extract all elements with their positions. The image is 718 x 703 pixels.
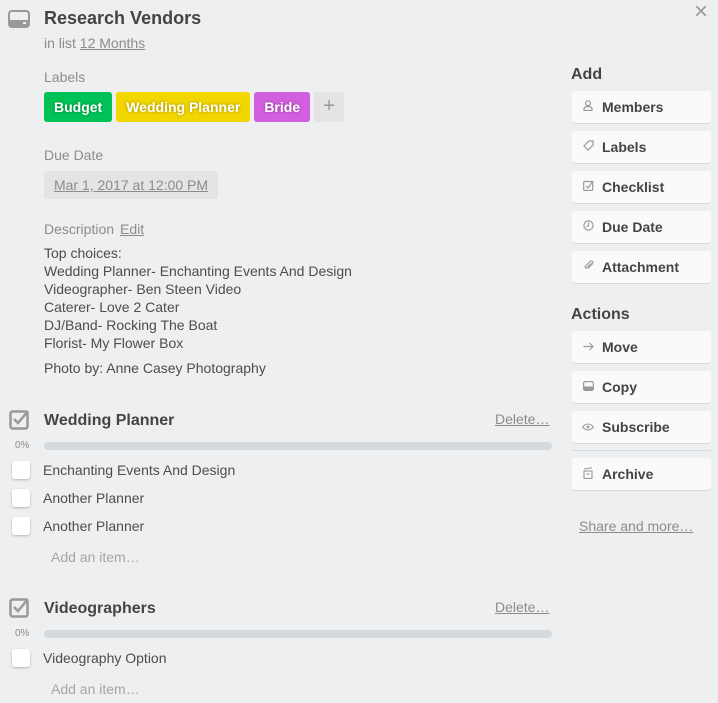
checklist-progress-bar bbox=[44, 630, 552, 638]
archive-button[interactable]: Archive bbox=[572, 458, 711, 490]
checklist-title[interactable]: Wedding Planner bbox=[44, 412, 174, 430]
description-line: Top choices: bbox=[44, 245, 122, 261]
card-title[interactable]: Research Vendors bbox=[44, 8, 201, 29]
attachment-label: Attachment bbox=[602, 259, 680, 275]
archive-label: Archive bbox=[602, 466, 654, 482]
checkbox-icon bbox=[582, 180, 594, 194]
add-item-button[interactable]: Add an item… bbox=[51, 681, 140, 697]
checklist-item: Enchanting Events And Design bbox=[0, 456, 560, 484]
checklist-button[interactable]: Checklist bbox=[572, 171, 711, 203]
description-heading: Description bbox=[44, 221, 115, 237]
list-link[interactable]: 12 Months bbox=[80, 35, 145, 51]
checklist-delete-link[interactable]: Delete… bbox=[495, 411, 549, 427]
checklist-items: Videography Option bbox=[0, 644, 560, 672]
copy-button[interactable]: Copy bbox=[572, 371, 711, 403]
checklist-item-text[interactable]: Videography Option bbox=[43, 650, 167, 666]
attachment-button[interactable]: Attachment bbox=[572, 251, 711, 283]
description-edit-link[interactable]: Edit bbox=[120, 221, 144, 237]
description-line: DJ/Band- Rocking The Boat bbox=[44, 317, 218, 333]
checklist-item-text[interactable]: Another Planner bbox=[43, 490, 144, 506]
archive-icon bbox=[582, 466, 594, 482]
checklist-progress-text: 0% bbox=[15, 628, 30, 639]
checklist-item-checkbox[interactable] bbox=[12, 517, 30, 535]
move-button[interactable]: Move bbox=[572, 331, 711, 363]
subscribe-button[interactable]: Subscribe bbox=[572, 411, 711, 443]
description-header: Description Edit bbox=[44, 221, 144, 237]
checklist-item-checkbox[interactable] bbox=[12, 649, 30, 667]
checklist-icon bbox=[9, 410, 29, 430]
add-label-button[interactable]: + bbox=[314, 92, 345, 122]
checklist-item-checkbox[interactable] bbox=[12, 461, 30, 479]
share-and-more-link[interactable]: Share and more… bbox=[579, 518, 693, 534]
add-item-button[interactable]: Add an item… bbox=[51, 549, 140, 565]
close-icon[interactable]: × bbox=[694, 0, 714, 24]
description-body: Top choices: Wedding Planner- Enchanting… bbox=[44, 244, 352, 352]
checklist-item: Another Planner bbox=[0, 484, 560, 512]
eye-icon bbox=[581, 420, 595, 434]
checklist-icon bbox=[9, 598, 29, 618]
actions-heading: Actions bbox=[571, 306, 630, 323]
checklist-progress-text: 0% bbox=[15, 440, 30, 451]
due-date-sidebar-button[interactable]: Due Date bbox=[572, 211, 711, 243]
subscribe-label: Subscribe bbox=[602, 419, 670, 435]
checklist-label: Checklist bbox=[602, 179, 665, 195]
checklist-title[interactable]: Videographers bbox=[44, 600, 156, 618]
clock-icon bbox=[582, 220, 594, 234]
card-icon bbox=[582, 380, 594, 394]
label-budget[interactable]: Budget bbox=[44, 92, 113, 122]
label-bride[interactable]: Bride bbox=[254, 92, 311, 122]
due-date-label: Due Date bbox=[602, 219, 663, 235]
labels-button[interactable]: Labels bbox=[572, 131, 711, 163]
checklist-progress-bar bbox=[44, 442, 552, 450]
move-label: Move bbox=[602, 339, 638, 355]
add-heading: Add bbox=[571, 66, 603, 83]
tag-icon bbox=[582, 140, 594, 154]
description-credit: Photo by: Anne Casey Photography bbox=[44, 360, 266, 376]
card-icon bbox=[8, 10, 30, 28]
checklist-delete-link[interactable]: Delete… bbox=[495, 599, 549, 615]
description-line: Florist- My Flower Box bbox=[44, 335, 184, 351]
description-line: Videographer- Ben Steen Video bbox=[44, 281, 242, 297]
due-date-heading: Due Date bbox=[44, 147, 104, 163]
labels-heading: Labels bbox=[44, 69, 86, 85]
labels-list: Budget Wedding Planner Bride + bbox=[44, 92, 345, 122]
paperclip-icon bbox=[582, 260, 594, 274]
members-label: Members bbox=[602, 99, 664, 115]
checklist-item-text[interactable]: Another Planner bbox=[43, 518, 144, 534]
arrow-right-icon bbox=[582, 340, 594, 354]
sidebar-divider bbox=[572, 450, 711, 451]
person-icon bbox=[582, 100, 594, 114]
list-info: in list 12 Months bbox=[44, 35, 145, 51]
checklist-item-checkbox[interactable] bbox=[12, 489, 30, 507]
members-button[interactable]: Members bbox=[572, 91, 711, 123]
checklist-item: Another Planner bbox=[0, 512, 560, 540]
description-line: Caterer- Love 2 Cater bbox=[44, 299, 180, 315]
in-list-prefix: in list bbox=[44, 35, 76, 51]
copy-label: Copy bbox=[602, 379, 637, 395]
due-date-button[interactable]: Mar 1, 2017 at 12:00 PM bbox=[44, 171, 218, 199]
checklist-item-text[interactable]: Enchanting Events And Design bbox=[43, 462, 235, 478]
labels-label: Labels bbox=[602, 139, 647, 155]
checklist-items: Enchanting Events And Design Another Pla… bbox=[0, 456, 560, 540]
label-wedding-planner[interactable]: Wedding Planner bbox=[116, 92, 251, 122]
checklist-item: Videography Option bbox=[0, 644, 560, 672]
description-line: Wedding Planner- Enchanting Events And D… bbox=[44, 263, 352, 279]
